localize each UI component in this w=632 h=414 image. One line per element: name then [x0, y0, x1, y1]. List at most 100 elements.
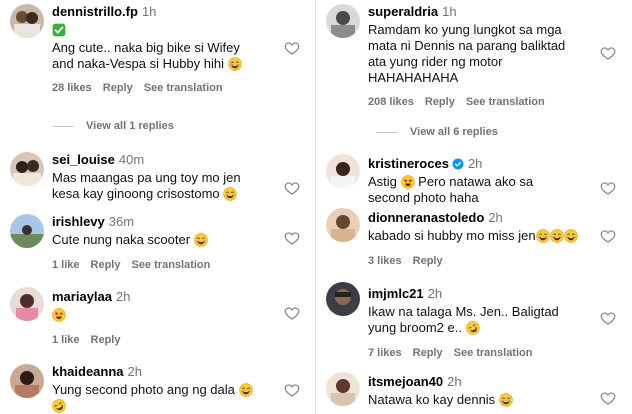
comment-body: mariaylaa 2h 1 like Reply — [52, 289, 282, 346]
username[interactable]: khaideanna — [52, 364, 124, 379]
reply-button[interactable]: Reply — [91, 259, 121, 271]
view-replies-button[interactable]: View all 6 replies — [376, 126, 498, 138]
avatar[interactable] — [10, 152, 44, 186]
username[interactable]: dennistrillo.fp — [52, 4, 138, 19]
timestamp: 2h — [447, 374, 462, 389]
timestamp: 1h — [442, 4, 457, 19]
avatar[interactable] — [326, 154, 360, 188]
comment-body: kristineroces 2h Astig Pero natawa ako sa… — [368, 156, 598, 206]
heart-icon[interactable] — [284, 180, 300, 196]
avatar[interactable] — [10, 287, 44, 321]
heart-icon[interactable] — [600, 390, 616, 406]
comment-text-line: Mas maangas pa ung toy mo jen — [52, 170, 241, 185]
username[interactable]: sei_louise — [52, 152, 115, 167]
verified-badge-icon — [452, 158, 464, 170]
likes-count[interactable]: 7 likes — [368, 347, 402, 359]
comment-text-line: Natawa ko kay dennis — [368, 392, 598, 408]
likes-count[interactable]: 3 likes — [368, 255, 402, 267]
heart-icon[interactable] — [284, 230, 300, 246]
reply-button[interactable]: Reply — [103, 82, 133, 94]
avatar[interactable] — [10, 364, 44, 398]
laughing-emoji-icon — [194, 233, 208, 247]
avatar[interactable] — [326, 282, 360, 316]
timestamp: 2h — [127, 364, 142, 379]
avatar[interactable] — [326, 4, 360, 38]
comment-text-line: Cute nung naka scooter — [52, 232, 282, 248]
reply-button[interactable]: Reply — [91, 334, 121, 346]
username[interactable]: imjmlc21 — [368, 286, 424, 301]
comment-text-line: second photo haha — [368, 190, 479, 205]
see-translation-button[interactable]: See translation — [132, 259, 211, 271]
laughing-emoji-icon — [564, 229, 578, 243]
timestamp: 2h — [427, 286, 443, 301]
comment-actions: 1 like Reply — [52, 334, 282, 346]
likes-count[interactable]: 28 likes — [52, 82, 92, 94]
see-translation-button[interactable]: See translation — [454, 347, 533, 359]
username[interactable]: itsmejoan40 — [368, 374, 443, 389]
username[interactable]: dionneranastoledo — [368, 210, 484, 225]
username[interactable]: superaldria — [368, 4, 438, 19]
avatar[interactable] — [326, 372, 360, 406]
comment-body: imjmlc21 2h Ikaw na talaga Ms. Jen.. Bali… — [368, 286, 598, 359]
heart-icon[interactable] — [600, 310, 616, 326]
comment-text — [52, 22, 282, 38]
reply-button[interactable]: Reply — [413, 255, 443, 267]
heart-icon[interactable] — [284, 40, 300, 56]
laughing-emoji-icon — [536, 229, 550, 243]
heart-icon[interactable] — [284, 305, 300, 321]
reply-button[interactable]: Reply — [425, 96, 455, 108]
timestamp: 40m — [118, 152, 145, 167]
heart-icon[interactable] — [600, 228, 616, 244]
comment-actions: 1 like Reply See translation — [52, 259, 282, 271]
laughing-emoji-icon — [499, 393, 513, 407]
comment-text-line: kabado si hubby mo miss jen — [368, 228, 598, 244]
avatar[interactable] — [10, 214, 44, 248]
laughing-emoji-icon — [239, 383, 253, 397]
comment-body: sei_louise 40m Mas maangas pa ung toy mo … — [52, 152, 282, 202]
avatar[interactable] — [10, 4, 44, 38]
rofl-emoji-icon — [52, 399, 66, 413]
left-comment-column: dennistrillo.fp 1h Ang cute.. naka big bi… — [0, 0, 316, 414]
comment-actions: 28 likes Reply See translation — [52, 82, 282, 94]
comment-text-line: Ikaw na talaga Ms. Jen.. Baligtad — [368, 304, 559, 319]
see-translation-button[interactable]: See translation — [466, 96, 545, 108]
divider — [52, 125, 74, 127]
comment-body: dennistrillo.fp 1h Ang cute.. naka big bi… — [52, 4, 282, 94]
timestamp: 2h — [488, 210, 503, 225]
username[interactable]: irishlevy — [52, 214, 105, 229]
comment-text-line: Ang cute.. naka big bike si Wifey — [52, 40, 240, 55]
comment-text-line: ata yung rider ng motor — [368, 54, 503, 69]
comment-body: dionneranastoledo 2h kabado si hubby mo m… — [368, 210, 598, 267]
view-replies-button[interactable]: View all 1 replies — [52, 120, 174, 132]
heart-icon[interactable] — [600, 45, 616, 61]
laughing-emoji-icon — [223, 187, 237, 201]
comment-text-line: kesa kay ginoong crisostomo — [52, 186, 282, 202]
avatar[interactable] — [326, 208, 360, 242]
username[interactable]: mariaylaa — [52, 289, 112, 304]
comment-text-line: Ramdam ko yung lungkot sa mga — [368, 22, 562, 37]
likes-count[interactable]: 1 like — [52, 334, 80, 346]
see-translation-button[interactable]: See translation — [144, 82, 223, 94]
reply-button[interactable]: Reply — [413, 347, 443, 359]
timestamp: 1h — [141, 4, 157, 19]
timestamp: 2h — [116, 289, 131, 304]
comment-text-line: Yung second photo ang ng dala — [52, 382, 282, 398]
comment-text-line: Astig Pero natawa ako sa — [368, 174, 534, 189]
heart-icon[interactable] — [284, 382, 300, 398]
timestamp: 2h — [467, 156, 483, 171]
rofl-emoji-icon — [466, 321, 480, 335]
laughing-emoji-icon — [550, 229, 564, 243]
comment-actions: 208 likes Reply See translation — [368, 96, 598, 108]
divider — [376, 131, 398, 133]
comment-text-line: and naka-Vespa si Hubby hihi — [52, 56, 282, 72]
likes-count[interactable]: 208 likes — [368, 96, 414, 108]
likes-count[interactable]: 1 like — [52, 259, 80, 271]
heart-icon[interactable] — [600, 180, 616, 196]
comment-body: itsmejoan40 2h Natawa ko kay dennis — [368, 374, 598, 408]
comment-body: khaideanna 2h Yung second photo ang ng da… — [52, 364, 282, 414]
star-struck-emoji-icon — [401, 175, 415, 189]
comment-actions: 3 likes Reply — [368, 255, 598, 267]
username[interactable]: kristineroces — [368, 156, 449, 171]
comment-text-line — [52, 398, 282, 414]
comment-body: irishlevy 36m Cute nung naka scooter 1 li… — [52, 214, 282, 271]
